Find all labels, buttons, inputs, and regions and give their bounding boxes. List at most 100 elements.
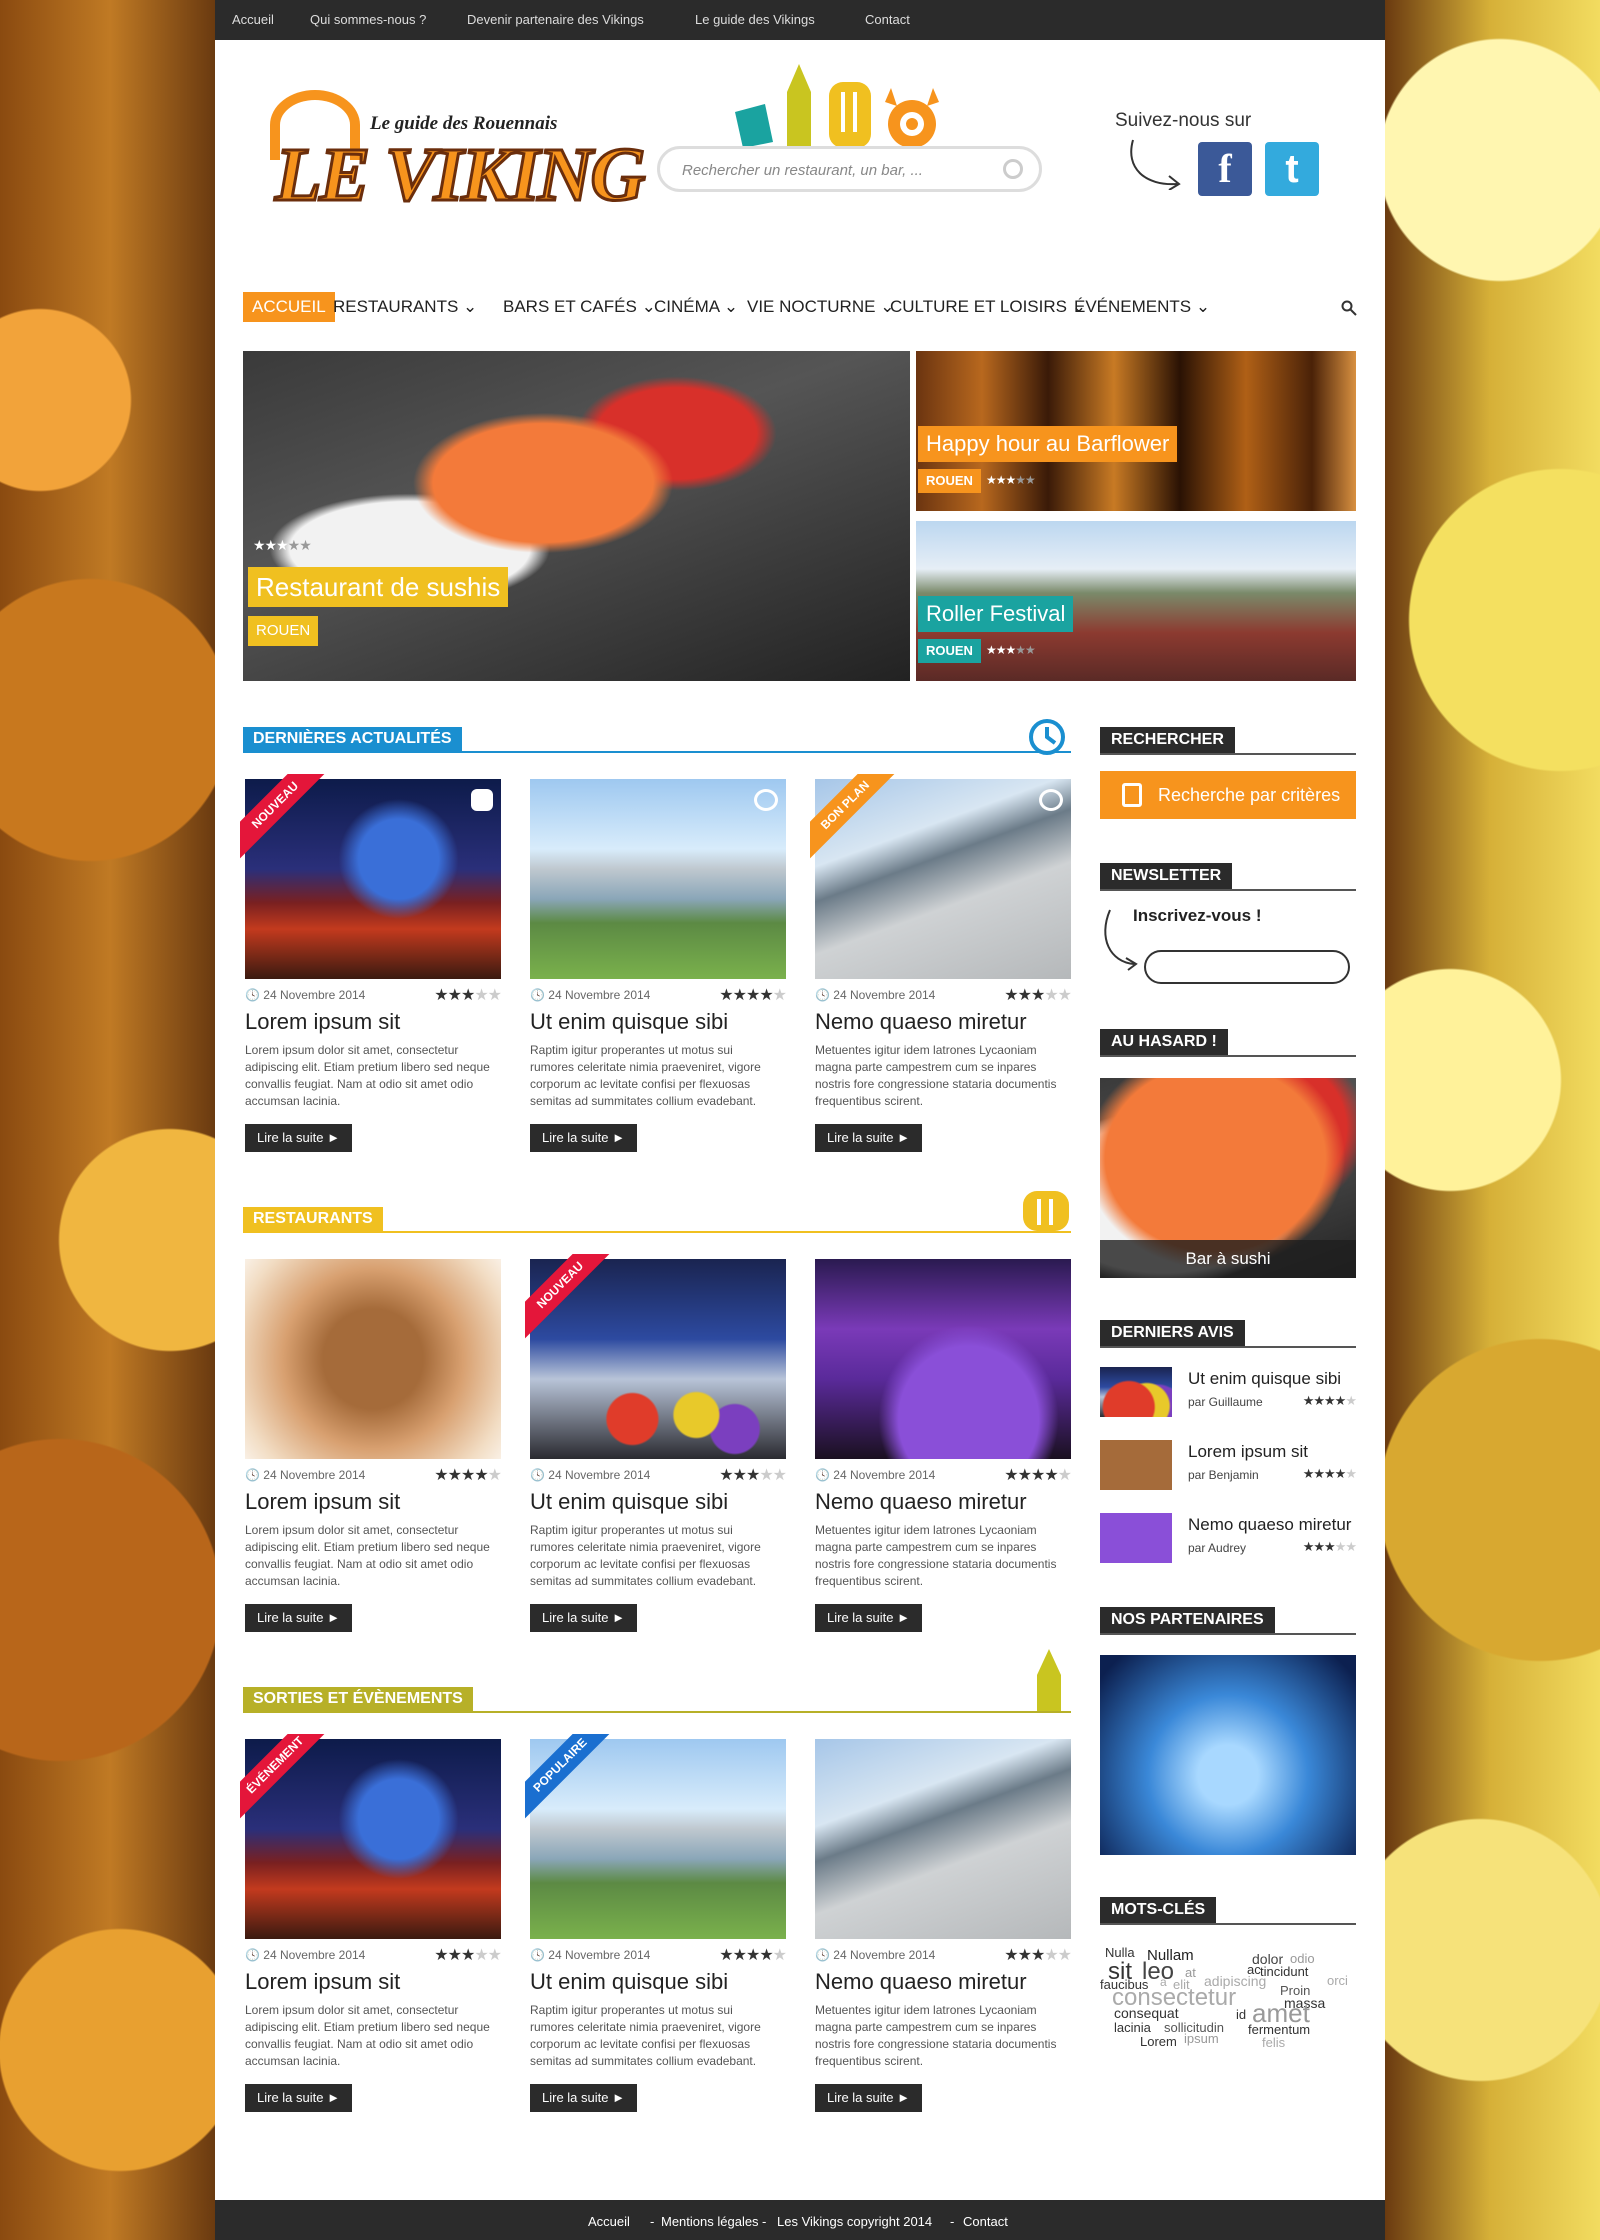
- card-title[interactable]: Ut enim quisque sibi: [530, 1969, 728, 1995]
- newsletter-email-input[interactable]: [1144, 950, 1350, 984]
- review-item[interactable]: Lorem ipsum sit par Benjamin ★★★★★: [1100, 1440, 1357, 1500]
- category-icons: [735, 64, 939, 148]
- facebook-icon[interactable]: f: [1198, 142, 1252, 196]
- hero-side-1-city: ROUEN: [918, 469, 981, 493]
- rating-stars: ★★★★★: [719, 1467, 787, 1484]
- review-title[interactable]: Nemo quaeso miretur: [1188, 1515, 1351, 1535]
- card-title[interactable]: Lorem ipsum sit: [245, 1009, 400, 1035]
- review-title[interactable]: Ut enim quisque sibi: [1188, 1369, 1341, 1389]
- review-item[interactable]: Ut enim quisque sibi par Guillaume ★★★★★: [1100, 1367, 1357, 1427]
- viking-helmet-icon: [754, 789, 778, 811]
- nav-evenements[interactable]: ÉVÉNEMENTS ⌄: [1074, 292, 1210, 322]
- nav-vie-nocturne[interactable]: VIE NOCTURNE ⌄: [747, 292, 894, 322]
- nav-restaurants[interactable]: RESTAURANTS ⌄: [333, 292, 477, 322]
- random-image[interactable]: Bar à sushi: [1100, 1078, 1356, 1278]
- keyword[interactable]: ipsum: [1184, 2032, 1219, 2045]
- date-text: 24 Novembre 2014: [263, 1468, 366, 1482]
- hero-side-1[interactable]: Happy hour au Barflower ROUEN ★★★★★: [916, 351, 1356, 511]
- card-title[interactable]: Nemo quaeso miretur: [815, 1969, 1027, 1995]
- footer-link-contact[interactable]: Contact: [963, 2214, 1008, 2229]
- hero-main[interactable]: ★★★★★ Restaurant de sushis ROUEN: [243, 351, 910, 681]
- partner-banner[interactable]: [1100, 1655, 1356, 1855]
- card-resto-2[interactable]: NOUVEAU 🕓 24 Novembre 2014 ★★★★★ Ut enim…: [525, 1254, 787, 1632]
- search-icon[interactable]: [1003, 159, 1023, 179]
- keyword[interactable]: Lorem: [1140, 2035, 1177, 2048]
- card-resto-1[interactable]: 🕓 24 Novembre 2014 ★★★★★ Lorem ipsum sit…: [245, 1259, 502, 1632]
- top-link-about[interactable]: Qui sommes-nous ?: [310, 12, 426, 27]
- rating-stars: ★★★★★: [1302, 1466, 1357, 1481]
- restaurant-icon: [471, 789, 493, 811]
- keyword[interactable]: id: [1236, 2008, 1246, 2021]
- top-link-partner[interactable]: Devenir partenaire des Vikings: [467, 12, 644, 27]
- date-text: 24 Novembre 2014: [548, 1468, 651, 1482]
- nav-label: CINÉMA: [654, 297, 720, 316]
- footer-separator: -: [762, 2214, 767, 2229]
- card-title[interactable]: Nemo quaeso miretur: [815, 1489, 1027, 1515]
- criteria-search-button[interactable]: Recherche par critères: [1100, 771, 1356, 819]
- review-author: par Guillaume: [1188, 1395, 1263, 1409]
- card-sortie-3[interactable]: 🕓 24 Novembre 2014 ★★★★★ Nemo quaeso mir…: [815, 1739, 1072, 2112]
- card-resto-3[interactable]: 🕓 24 Novembre 2014 ★★★★★ Nemo quaeso mir…: [815, 1259, 1072, 1632]
- read-more-button[interactable]: Lire la suite ►: [530, 1604, 637, 1632]
- sidebar-header-search: RECHERCHER: [1100, 727, 1356, 757]
- nav-label: CULTURE ET LOISIRS: [890, 297, 1067, 316]
- read-more-button[interactable]: Lire la suite ►: [815, 1604, 922, 1632]
- badge-nouveau: NOUVEAU: [240, 774, 350, 884]
- card-excerpt: Metuentes igitur idem latrones Lycaoniam…: [815, 1043, 1057, 1108]
- review-item[interactable]: Nemo quaeso miretur par Audrey ★★★★★: [1100, 1513, 1357, 1573]
- hero-main-rating: ★★★★★: [253, 537, 312, 553]
- card-sortie-1[interactable]: ÉVÉNEMENT 🕓 24 Novembre 2014 ★★★★★ Lorem…: [240, 1734, 502, 2112]
- curved-arrow-icon: [1130, 139, 1181, 190]
- card-title[interactable]: Nemo quaeso miretur: [815, 1009, 1027, 1035]
- keyword[interactable]: tincidunt: [1260, 1965, 1308, 1978]
- read-more-button[interactable]: Lire la suite ►: [530, 2084, 637, 2112]
- card-news-2[interactable]: 🕓 24 Novembre 2014 ★★★★★ Ut enim quisque…: [530, 779, 787, 1152]
- hero-side-2[interactable]: Roller Festival ROUEN ★★★★★: [916, 521, 1356, 681]
- keyword[interactable]: lacinia: [1114, 2021, 1151, 2034]
- nav-culture[interactable]: CULTURE ET LOISIRS ⌄: [890, 292, 1086, 322]
- top-link-guide[interactable]: Le guide des Vikings: [695, 12, 815, 27]
- rating-stars: ★★★★★: [1302, 1539, 1357, 1554]
- card-sortie-2[interactable]: POPULAIRE 🕓 24 Novembre 2014 ★★★★★ Ut en…: [525, 1734, 787, 2112]
- nav-bars[interactable]: BARS ET CAFÉS ⌄: [503, 292, 656, 322]
- nav-accueil[interactable]: ACCUEIL: [243, 292, 335, 322]
- read-more-button[interactable]: Lire la suite ►: [245, 1124, 352, 1152]
- card-excerpt: Lorem ipsum dolor sit amet, consectetur …: [245, 1043, 490, 1108]
- site-logo[interactable]: Le guide des Rouennais LE VIKING: [260, 85, 647, 230]
- read-more-button[interactable]: Lire la suite ►: [530, 1124, 637, 1152]
- footer-link-accueil[interactable]: Accueil: [588, 2214, 630, 2229]
- read-more-button[interactable]: Lire la suite ►: [245, 1604, 352, 1632]
- review-title[interactable]: Lorem ipsum sit: [1188, 1442, 1308, 1462]
- card-news-3[interactable]: BON PLAN 🕓 24 Novembre 2014 ★★★★★ Nemo q…: [810, 774, 1072, 1152]
- rating-stars: ★★★★★: [434, 1947, 502, 1964]
- twitter-icon[interactable]: t: [1265, 142, 1319, 196]
- read-more-button[interactable]: Lire la suite ►: [815, 2084, 922, 2112]
- keyword[interactable]: consequat: [1114, 2006, 1179, 2020]
- nav-label: BARS ET CAFÉS: [503, 297, 637, 316]
- read-more-button[interactable]: Lire la suite ►: [815, 1124, 922, 1152]
- card-title[interactable]: Ut enim quisque sibi: [530, 1009, 728, 1035]
- top-link-accueil[interactable]: Accueil: [232, 12, 274, 27]
- card-title[interactable]: Ut enim quisque sibi: [530, 1489, 728, 1515]
- card-title[interactable]: Lorem ipsum sit: [245, 1969, 400, 1995]
- top-link-contact[interactable]: Contact: [865, 12, 910, 27]
- newsletter-label: Inscrivez-vous !: [1133, 906, 1262, 925]
- cathedral-icon: [787, 64, 811, 148]
- section-header-sorties: SORTIES ET ÉVÈNEMENTS: [243, 1649, 1071, 1717]
- card-news-1[interactable]: NOUVEAU 🕓 24 Novembre 2014 ★★★★★ Lorem i…: [240, 774, 502, 1152]
- nav-cinema[interactable]: CINÉMA ⌄: [654, 292, 738, 322]
- keyword[interactable]: orci: [1327, 1974, 1348, 1987]
- rating-stars: ★★★★★: [1004, 1947, 1072, 1964]
- keyword[interactable]: felis: [1262, 2036, 1285, 2049]
- logo-tagline: Le guide des Rouennais: [370, 113, 558, 134]
- search-icon[interactable]: [1341, 300, 1357, 316]
- keyword[interactable]: ac: [1247, 1963, 1261, 1976]
- read-more-button[interactable]: Lire la suite ►: [245, 2084, 352, 2112]
- sidebar-title: DERNIERS AVIS: [1100, 1320, 1245, 1346]
- header-search[interactable]: Rechercher un restaurant, un bar, ...: [657, 146, 1042, 192]
- card-title[interactable]: Lorem ipsum sit: [245, 1489, 400, 1515]
- card-excerpt: Lorem ipsum dolor sit amet, consectetur …: [245, 2003, 490, 2068]
- badge-label: ÉVÉNEMENT: [240, 1734, 338, 1828]
- section-header-news: DERNIÈRES ACTUALITÉS: [243, 719, 1071, 757]
- footer-link-mentions[interactable]: Mentions légales: [661, 2214, 759, 2229]
